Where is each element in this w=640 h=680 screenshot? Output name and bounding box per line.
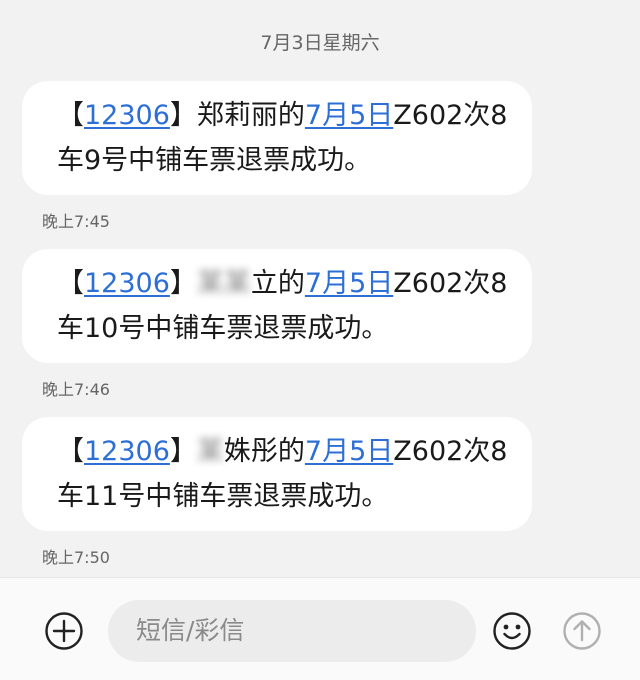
message-item[interactable]: 【12306】某某立的7月5日Z602次8车10号中铺车票退票成功。 晚上7:4… [22, 249, 532, 400]
message-bubble[interactable]: 【12306】某姝彤的7月5日Z602次8车11号中铺车票退票成功。 [22, 417, 532, 531]
arrow-up-circle-icon[interactable] [562, 611, 602, 651]
redacted-name: 某某 [196, 268, 251, 299]
sender-code-link[interactable]: 12306 [84, 100, 170, 131]
date-link[interactable]: 7月5日 [305, 100, 393, 131]
message-time: 晚上7:50 [42, 548, 110, 567]
sender-code-link[interactable]: 12306 [84, 436, 170, 467]
passenger-name: 立的 [250, 268, 305, 299]
bracket-open: 【 [57, 268, 84, 299]
message-bubble[interactable]: 【12306】郑莉丽的7月5日Z602次8车9号中铺车票退票成功。 [22, 81, 532, 195]
message-time: 晚上7:46 [42, 380, 110, 399]
message-time: 晚上7:45 [42, 212, 110, 231]
message-bubble[interactable]: 【12306】某某立的7月5日Z602次8车10号中铺车票退票成功。 [22, 249, 532, 363]
plus-circle-icon[interactable] [44, 611, 84, 651]
bracket-close: 】 [169, 268, 197, 299]
compose-bar: 短信/彩信 [0, 577, 640, 680]
bracket-close: 】 [169, 436, 197, 467]
date-header: 7月3日星期六 [260, 32, 380, 54]
smiley-icon[interactable] [492, 611, 532, 651]
sender-code-link[interactable]: 12306 [84, 268, 170, 299]
date-link[interactable]: 7月5日 [305, 436, 393, 467]
bracket-open: 【 [57, 436, 84, 467]
bracket-open: 【 [57, 100, 84, 131]
message-item[interactable]: 【12306】某姝彤的7月5日Z602次8车11号中铺车票退票成功。 晚上7:5… [22, 417, 532, 568]
redacted-name: 某 [196, 436, 224, 467]
date-link[interactable]: 7月5日 [305, 268, 393, 299]
message-item[interactable]: 【12306】郑莉丽的7月5日Z602次8车9号中铺车票退票成功。 晚上7:45 [22, 81, 532, 232]
sms-input[interactable]: 短信/彩信 [108, 600, 476, 662]
passenger-name: 郑莉丽的 [196, 100, 305, 131]
passenger-name: 姝彤的 [223, 436, 305, 467]
bracket-close: 】 [169, 100, 197, 131]
